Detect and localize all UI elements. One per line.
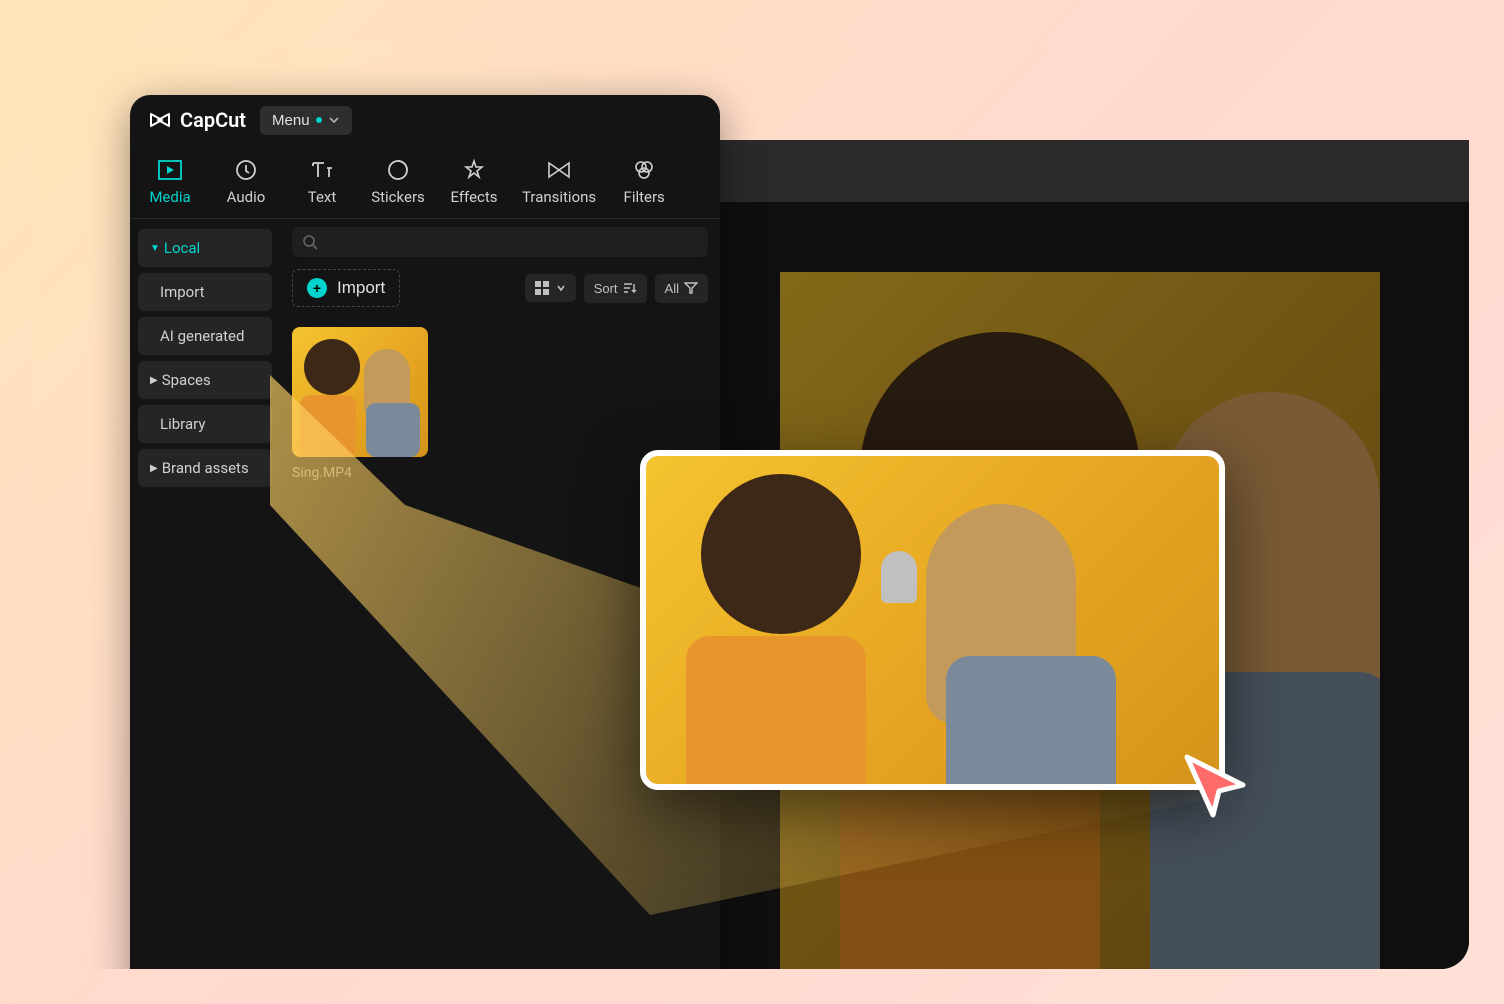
expand-arrow-icon: ▶ — [150, 375, 158, 386]
import-label: Import — [337, 278, 385, 298]
sort-icon — [623, 282, 637, 294]
menu-indicator-dot — [316, 117, 322, 123]
chevron-down-icon — [556, 283, 566, 293]
preview-figure — [686, 636, 866, 790]
sort-button[interactable]: Sort — [584, 274, 647, 303]
title-bar: CapCut Menu — [130, 95, 720, 145]
tab-label: Media — [149, 188, 190, 206]
audio-icon — [233, 157, 259, 183]
filter-all-button[interactable]: All — [655, 274, 708, 303]
view-mode-button[interactable] — [525, 274, 576, 302]
tab-label: Audio — [227, 188, 266, 206]
sidebar-item-library[interactable]: Library — [138, 405, 272, 443]
search-icon — [302, 234, 318, 250]
capcut-logo-icon — [148, 108, 172, 132]
expand-arrow-icon: ▼ — [150, 243, 160, 254]
filters-icon — [631, 157, 657, 183]
tab-transitions[interactable]: Transitions — [522, 157, 596, 206]
effects-icon — [461, 157, 487, 183]
microphone-icon — [881, 551, 917, 603]
app-logo[interactable]: CapCut — [148, 108, 246, 132]
search-bar[interactable] — [292, 227, 708, 257]
tab-label: Filters — [624, 188, 665, 206]
all-label: All — [665, 281, 679, 296]
grid-icon — [535, 281, 551, 295]
tab-label: Text — [308, 188, 337, 206]
preview-figure — [701, 474, 861, 634]
expand-arrow-icon: ▶ — [150, 463, 158, 474]
thumb-figure — [366, 403, 420, 457]
tab-stickers[interactable]: Stickers — [370, 157, 426, 206]
sidebar-item-label: Import — [160, 283, 205, 301]
media-thumbnail[interactable] — [292, 327, 428, 457]
sort-label: Sort — [594, 281, 618, 296]
menu-button[interactable]: Menu — [260, 106, 352, 135]
sidebar-item-label: Spaces — [162, 371, 211, 389]
app-canvas: Player CapCut Menu — [35, 45, 1469, 969]
media-item[interactable]: Sing.MP4 — [292, 327, 428, 481]
plus-icon: + — [307, 278, 327, 298]
import-button[interactable]: + Import — [292, 269, 400, 307]
thumb-figure — [304, 339, 360, 395]
tab-label: Stickers — [371, 188, 425, 206]
sidebar-item-local[interactable]: ▼ Local — [138, 229, 272, 267]
sidebar-item-spaces[interactable]: ▶ Spaces — [138, 361, 272, 399]
menu-label: Menu — [272, 112, 310, 129]
sidebar-item-label: Local — [164, 239, 200, 257]
sidebar-item-ai-generated[interactable]: AI generated — [138, 317, 272, 355]
tab-effects[interactable]: Effects — [446, 157, 502, 206]
dragged-media-preview[interactable] — [640, 450, 1225, 790]
sidebar-item-import[interactable]: Import — [138, 273, 272, 311]
stickers-icon — [385, 157, 411, 183]
tab-audio[interactable]: Audio — [218, 157, 274, 206]
app-name: CapCut — [180, 108, 246, 132]
text-icon — [309, 157, 335, 183]
sidebar: ▼ Local Import AI generated ▶ Spaces Lib… — [130, 219, 280, 969]
tab-text[interactable]: Text — [294, 157, 350, 206]
tab-filters[interactable]: Filters — [616, 157, 672, 206]
tab-label: Effects — [450, 188, 497, 206]
sidebar-item-label: Library — [160, 415, 205, 433]
tab-label: Transitions — [522, 188, 596, 206]
cursor-pointer-icon — [1175, 745, 1255, 825]
player-header: Player — [630, 140, 1469, 202]
thumb-figure — [300, 395, 356, 457]
sidebar-item-brand-assets[interactable]: ▶ Brand assets — [138, 449, 272, 487]
media-filename: Sing.MP4 — [292, 465, 428, 481]
transitions-icon — [546, 157, 572, 183]
sidebar-item-label: AI generated — [160, 327, 244, 345]
media-toolbar: + Import Sort All — [292, 269, 708, 307]
sidebar-item-label: Brand assets — [162, 459, 249, 477]
chevron-down-icon — [328, 114, 340, 126]
media-icon — [157, 157, 183, 183]
editor-window: CapCut Menu Media Audio — [130, 95, 720, 969]
filter-icon — [684, 282, 698, 294]
preview-figure — [946, 656, 1116, 790]
tab-media[interactable]: Media — [142, 157, 198, 206]
main-area: ▼ Local Import AI generated ▶ Spaces Lib… — [130, 219, 720, 969]
tab-bar: Media Audio Text Stickers — [130, 145, 720, 219]
